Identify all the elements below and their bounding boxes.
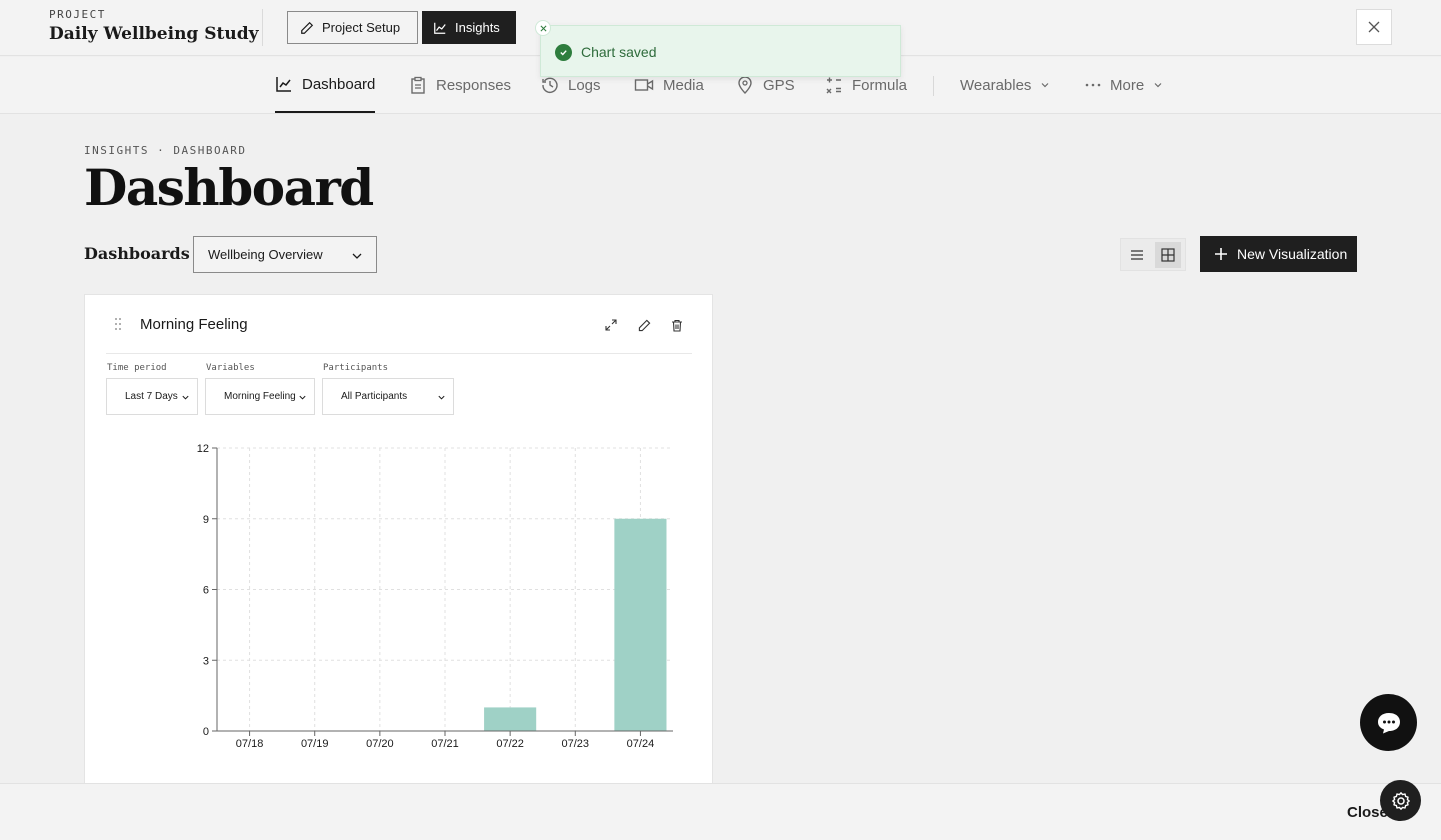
close-icon: [540, 25, 546, 31]
map-pin-icon: [738, 76, 752, 94]
plus-icon: [1215, 248, 1227, 260]
tab-dashboard-label: Dashboard: [302, 75, 376, 93]
close-icon: [1368, 21, 1380, 33]
x-tick-label: 07/22: [496, 738, 524, 750]
toast-notification: Chart saved: [535, 20, 901, 77]
dashboards-label: Dashboards: [84, 244, 190, 263]
tab-wearables-label: Wearables: [960, 76, 1032, 94]
grid-view-button[interactable]: [1155, 242, 1181, 268]
gear-icon: [1391, 791, 1410, 810]
clipboard-icon: [411, 76, 425, 94]
x-tick-label: 07/18: [236, 738, 264, 750]
line-chart-icon: [434, 22, 446, 34]
bar-chart: 0 3 6 9 12 07/18 07/19 07/20 07/21 07/22 07/23 07/2…: [197, 443, 673, 750]
y-tick-label: 0: [203, 726, 209, 738]
tab-wearables[interactable]: Wearables: [960, 57, 1050, 113]
tab-gps-label: GPS: [763, 76, 795, 94]
bar-07/24: [614, 518, 667, 731]
bar-07/22: [484, 707, 537, 731]
line-chart-icon: [276, 77, 291, 92]
project-setup-label: Project Setup: [322, 20, 401, 35]
video-icon: [634, 79, 654, 91]
tab-more-label: More: [1110, 76, 1145, 94]
pencil-icon: [301, 21, 314, 34]
toast-message: Chart saved: [581, 44, 657, 60]
list-icon: [1131, 250, 1143, 260]
y-tick-label: 3: [203, 655, 209, 667]
new-visualization-label: New Visualization: [1237, 246, 1348, 262]
tab-logs-label: Logs: [568, 76, 601, 94]
x-tick-label: 07/19: [301, 738, 329, 750]
formula-icon: [826, 77, 841, 94]
y-tick-label: 12: [197, 443, 209, 455]
tab-formula-label: Formula: [852, 76, 908, 94]
y-tick-label: 9: [203, 514, 209, 526]
bottom-bar: Close: [0, 783, 1441, 840]
dashboard-select-value: Wellbeing Overview: [208, 247, 323, 262]
tab-media-label: Media: [663, 76, 704, 94]
chat-bubble-icon: [1377, 712, 1400, 733]
chevron-down-icon: [1154, 83, 1162, 88]
divider: [262, 9, 263, 46]
toast-close-button[interactable]: [535, 20, 551, 36]
project-label: PROJECT: [49, 8, 106, 21]
x-tick-label: 07/20: [366, 738, 394, 750]
y-tick-label: 6: [203, 585, 209, 597]
more-icon: [1085, 83, 1101, 87]
tab-responses-label: Responses: [436, 76, 512, 94]
close-window-button[interactable]: [1356, 9, 1392, 45]
grid-icon: [1161, 248, 1175, 262]
check-circle-icon: [555, 44, 572, 61]
x-tick-label: 07/21: [431, 738, 459, 750]
chevron-down-icon: [1042, 83, 1049, 88]
insights-button[interactable]: Insights: [422, 11, 516, 44]
chart-card: Morning Feeling Time period Last 7 Days …: [84, 294, 713, 794]
settings-button[interactable]: [1380, 780, 1421, 821]
new-visualization-button[interactable]: New Visualization: [1200, 236, 1357, 272]
tab-dashboard[interactable]: Dashboard: [275, 57, 375, 113]
x-tick-label: 07/23: [562, 738, 590, 750]
project-name: Daily Wellbeing Study: [49, 24, 259, 44]
nav-divider: [933, 76, 934, 96]
tab-more[interactable]: More: [1085, 57, 1163, 113]
chat-button[interactable]: [1360, 694, 1417, 751]
page-title: Dashboard: [84, 158, 374, 217]
dashboard-select[interactable]: Wellbeing Overview: [193, 236, 377, 273]
x-tick-label: 07/24: [627, 738, 655, 750]
history-icon: [542, 77, 558, 94]
breadcrumb: INSIGHTS · DASHBOARD: [84, 144, 247, 157]
view-toggle: [1120, 238, 1186, 271]
chevron-down-icon: [352, 253, 362, 259]
tab-responses[interactable]: Responses: [409, 57, 511, 113]
list-view-button[interactable]: [1124, 242, 1150, 268]
project-setup-button[interactable]: Project Setup: [287, 11, 418, 44]
insights-label: Insights: [455, 20, 500, 35]
